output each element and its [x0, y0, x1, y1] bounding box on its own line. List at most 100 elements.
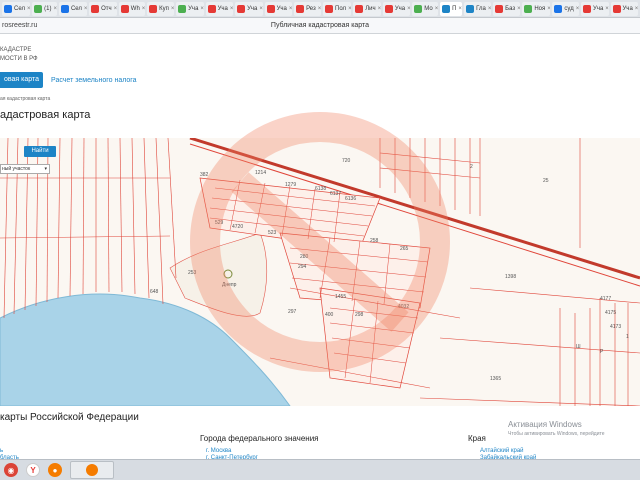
close-icon[interactable]: ×	[318, 6, 321, 12]
close-icon[interactable]: ×	[348, 6, 351, 12]
parcel-number-label[interactable]: 6136	[345, 196, 356, 202]
parcel-number-label[interactable]: 25	[543, 178, 549, 184]
close-icon[interactable]: ×	[635, 6, 638, 12]
browser-tab[interactable]: Уча ×	[205, 1, 234, 16]
close-icon[interactable]: ×	[171, 6, 174, 12]
layer-select[interactable]: ный участок ▾	[0, 164, 50, 174]
parcel-number-label[interactable]: Р	[600, 349, 604, 355]
close-icon[interactable]: ×	[142, 6, 145, 12]
close-icon[interactable]: ×	[84, 6, 87, 12]
browser-tab[interactable]: Сел ×	[58, 1, 88, 16]
browser-tab[interactable]: Мо ×	[412, 1, 439, 16]
browser-tab[interactable]: Уча ×	[235, 1, 263, 16]
browser-tab[interactable]: Уча ×	[581, 1, 609, 16]
krai-link-altai[interactable]: Алтайский край	[480, 448, 524, 454]
browser-tab[interactable]: Куп ×	[147, 1, 175, 16]
close-icon[interactable]: ×	[114, 6, 117, 12]
chrome-icon[interactable]: ◉	[4, 463, 18, 477]
browser-tab[interactable]: Гла ×	[464, 1, 492, 16]
close-icon[interactable]: ×	[27, 6, 30, 12]
region-link[interactable]: ь	[0, 448, 3, 454]
parcel-number-label[interactable]: 253	[188, 270, 197, 276]
find-button[interactable]: Найти	[24, 146, 56, 157]
parcel-number-label[interactable]: 6138	[315, 186, 326, 192]
close-icon[interactable]: ×	[435, 6, 438, 12]
close-icon[interactable]: ×	[547, 6, 550, 12]
parcel-number-label[interactable]: Ш	[576, 344, 581, 350]
parcel-number-label[interactable]: 298	[355, 312, 364, 318]
close-icon[interactable]: ×	[488, 6, 491, 12]
tab-favicon-icon	[612, 4, 621, 13]
browser-tab[interactable]: Уча ×	[382, 1, 411, 16]
browser-tab[interactable]: Сел ×	[2, 1, 31, 16]
parcel-number-label[interactable]: 1279	[285, 182, 296, 188]
parcel-number-label[interactable]: 6137	[330, 191, 341, 197]
close-icon[interactable]: ×	[289, 6, 292, 12]
parcel-number-label[interactable]: 4173	[610, 324, 621, 330]
close-icon[interactable]: ×	[576, 6, 579, 12]
parcel-number-label[interactable]: 294	[298, 264, 307, 270]
parcel-number-label[interactable]: 265	[400, 246, 409, 252]
parcel-number-label[interactable]: 1398	[505, 274, 516, 280]
site-title: КАДАСТРЕ МОСТИ В РФ	[0, 46, 38, 64]
cadastral-map[interactable]: Днепр 382 1214 1279 6138 6137 6136 720 529 4720 5…	[0, 138, 640, 406]
site-title-line2: МОСТИ В РФ	[0, 56, 38, 62]
parcel-number-label[interactable]: 258	[370, 238, 379, 244]
browser-tab[interactable]: Баз ×	[493, 1, 521, 16]
parcel-number-label[interactable]: 1	[626, 334, 629, 340]
page-title: адастровая карта	[0, 109, 91, 121]
parcel-number-label[interactable]: 1455	[335, 294, 346, 300]
yandex-icon[interactable]: Y	[26, 463, 40, 477]
close-icon[interactable]: ×	[605, 6, 608, 12]
browser-tab[interactable]: Лич ×	[353, 1, 381, 16]
parcel-number-label[interactable]: 4175	[605, 310, 616, 316]
tab-favicon-icon	[237, 4, 246, 13]
close-icon[interactable]: ×	[230, 6, 233, 12]
parcel-number-label[interactable]: 648	[150, 289, 159, 295]
browser-tab[interactable]: Отч ×	[89, 1, 117, 16]
close-icon[interactable]: ×	[200, 6, 203, 12]
browser-tab[interactable]: (1) ×	[32, 1, 57, 16]
browser-tab[interactable]: суд ×	[552, 1, 580, 16]
close-icon[interactable]: ×	[378, 6, 381, 12]
browser-tab[interactable]: Уча ×	[610, 1, 638, 16]
parcel-number-label[interactable]: 523	[268, 230, 277, 236]
browser-tab[interactable]: Ноя ×	[522, 1, 551, 16]
tab-label: Сел	[70, 5, 82, 12]
parcel-number-label[interactable]: 1365	[490, 376, 501, 382]
tab-favicon-icon	[266, 4, 275, 13]
browser-tab[interactable]: Wh ×	[118, 1, 146, 16]
parcel-number-label[interactable]: 1214	[255, 170, 266, 176]
parcel-number-label[interactable]: 529	[215, 220, 224, 226]
tab-label: Уча	[247, 5, 258, 12]
tab-favicon-icon	[207, 4, 216, 13]
parcel-number-label[interactable]: 382	[200, 172, 209, 178]
browser-tab[interactable]: П ×	[440, 1, 463, 16]
parcel-number-label[interactable]: 4720	[232, 224, 243, 230]
parcel-number-label[interactable]: 720	[342, 158, 351, 164]
parcel-number-label[interactable]: 2	[470, 164, 473, 170]
parcel-number-label[interactable]: 4032	[398, 304, 409, 310]
close-icon[interactable]: ×	[259, 6, 262, 12]
city-link-moscow[interactable]: г. Москва	[206, 448, 231, 454]
map-canvas[interactable]: Днепр 382 1214 1279 6138 6137 6136 720 529 4720 5…	[0, 138, 640, 406]
parcel-number-label[interactable]: 400	[325, 312, 334, 318]
browser-tab[interactable]: Уча ×	[264, 1, 293, 16]
browser-tab[interactable]: Уча ×	[176, 1, 204, 16]
taskbar-window-button[interactable]	[70, 461, 114, 479]
firefox-icon[interactable]: ●	[48, 463, 62, 477]
close-icon[interactable]: ×	[53, 6, 56, 12]
tab-favicon-icon	[414, 4, 423, 13]
close-icon[interactable]: ×	[458, 6, 462, 12]
close-icon[interactable]: ×	[407, 6, 410, 12]
tab-cadastral-map[interactable]: овая карта	[0, 72, 44, 88]
browser-tab[interactable]: Пол ×	[323, 1, 352, 16]
parcel-number-label[interactable]: 297	[288, 309, 297, 315]
parcel-number-label[interactable]: 4177	[600, 296, 611, 302]
tab-land-tax[interactable]: Расчет земельного налога	[51, 77, 137, 84]
browser-tab[interactable]: Рез ×	[294, 1, 322, 16]
parcel-number-label[interactable]: 280	[300, 254, 309, 260]
address-bar[interactable]: rosreestr.ru Публичная кадастровая карта	[0, 18, 640, 34]
tab-label: Пол	[335, 5, 347, 12]
close-icon[interactable]: ×	[517, 6, 520, 12]
